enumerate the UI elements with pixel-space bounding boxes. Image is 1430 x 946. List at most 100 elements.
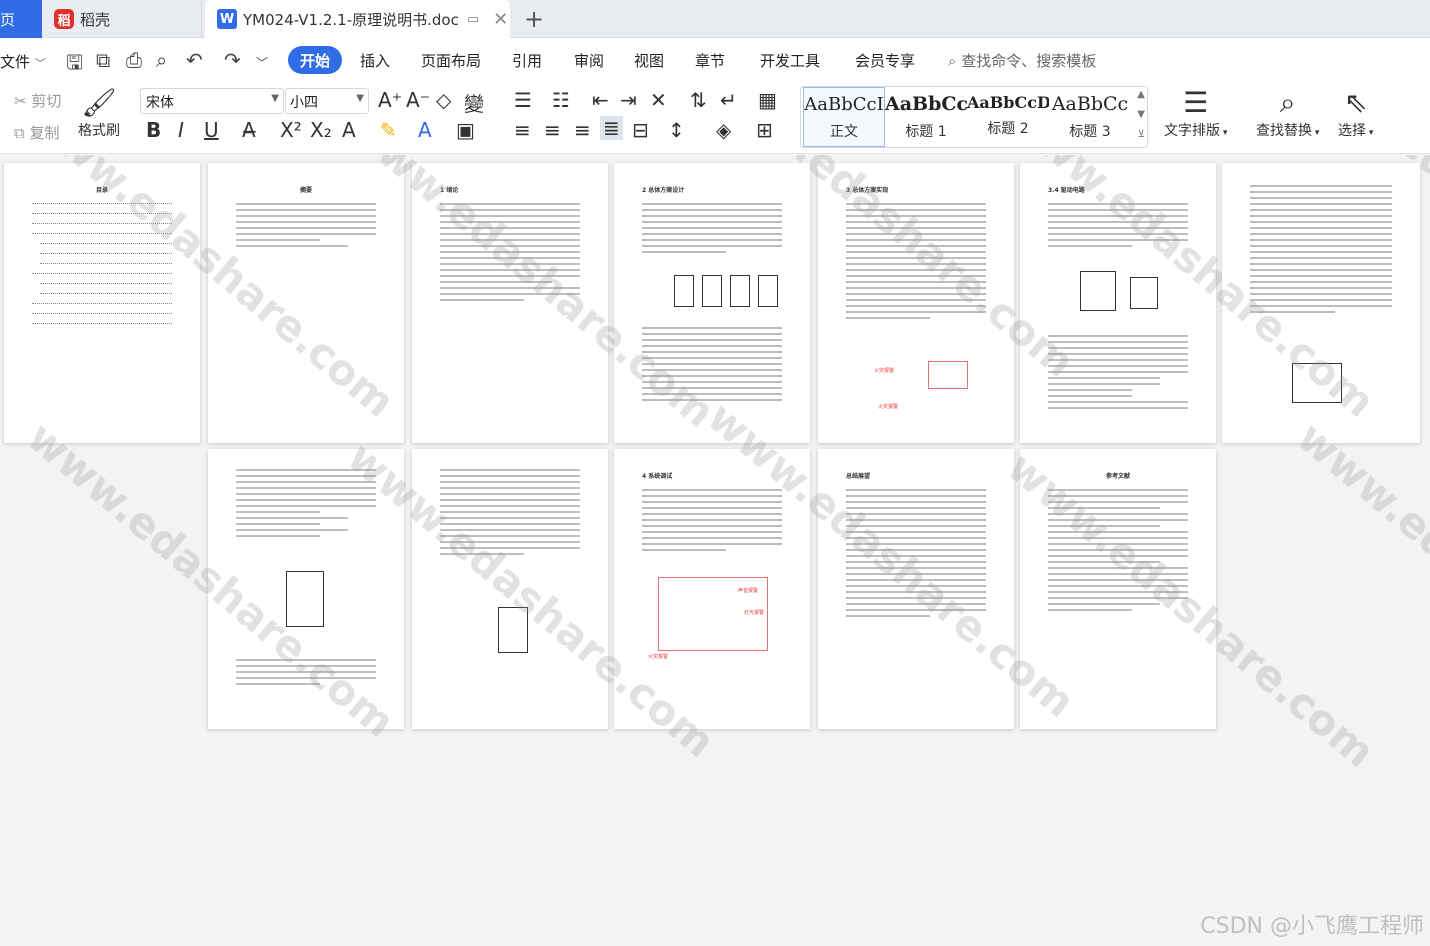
menu-review[interactable]: 审阅 [574, 50, 604, 71]
show-marks-icon[interactable]: ↵ [720, 88, 737, 112]
export-pdf-icon[interactable]: ⧉ [96, 48, 110, 72]
menu-view[interactable]: 视图 [634, 50, 664, 71]
numbered-list-icon[interactable]: ☷ [552, 88, 570, 112]
tab-daoke[interactable]: 稻 稻壳 [42, 0, 202, 38]
chevron-down-icon: ▼ [271, 93, 279, 104]
shading-icon[interactable]: ◈ [716, 118, 731, 142]
print-preview-icon[interactable]: ⌕ [156, 48, 167, 72]
menu-home[interactable]: 开始 [288, 46, 342, 74]
select-button[interactable]: ⇖ 选择 ▾ [1338, 86, 1373, 140]
copy-button[interactable]: ⧉ 复制 [14, 122, 60, 143]
highlight-icon[interactable]: ✎ [380, 118, 397, 142]
menu-page-layout[interactable]: 页面布局 [421, 50, 481, 71]
pinyin-icon[interactable]: 變 [464, 88, 484, 117]
daoke-logo-icon: 稻 [54, 9, 74, 29]
watermark: www.edashare.com [1288, 412, 1430, 747]
distribute-icon[interactable]: ⊟ [632, 118, 649, 142]
cut-button[interactable]: ✂ 剪切 [14, 90, 61, 111]
justify-icon[interactable]: ≣ [600, 116, 623, 140]
print-icon[interactable]: ⎙ [126, 48, 142, 72]
font-size-select[interactable]: 小四 ▼ [285, 88, 369, 114]
font-size-value: 小四 [290, 95, 318, 111]
menu-references[interactable]: 引用 [512, 50, 542, 71]
page-thumbnail[interactable] [412, 449, 608, 729]
menu-insert[interactable]: 插入 [360, 50, 390, 71]
text-lines [1048, 335, 1188, 413]
find-replace-button[interactable]: ⌕ 查找替换 ▾ [1256, 86, 1319, 140]
italic-icon[interactable]: I [178, 118, 184, 142]
style-heading-3[interactable]: AaBbCc 标题 3 [1049, 87, 1131, 147]
gallery-expand-icon[interactable]: ⊻ [1138, 129, 1145, 140]
command-search[interactable]: ⌕ 查找命令、搜索模板 [948, 50, 1096, 71]
style-sample: AaBbCcI [885, 93, 967, 115]
page-thumbnail[interactable]: 3 总体方案实现 火灾报警 火灾报警 [818, 163, 1014, 443]
redo-icon[interactable]: ↷ [224, 48, 241, 72]
subscript-icon[interactable]: X₂ [310, 118, 332, 142]
shrink-font-icon[interactable]: A⁻ [406, 88, 430, 112]
page-thumbnail[interactable]: 4 系统调试 声音报警 灯光报警 火灾报警 [614, 449, 810, 729]
align-left-icon[interactable]: ≡ [514, 118, 531, 142]
page-thumbnail[interactable]: 总结展望 [818, 449, 1014, 729]
decrease-indent-icon[interactable]: ⇤ [592, 88, 609, 112]
table-grid-icon[interactable]: ▦ [758, 88, 777, 112]
page-thumbnail[interactable]: 目录 [4, 163, 200, 443]
bold-icon[interactable]: B [146, 118, 161, 142]
font-name-select[interactable]: 宋体 ▼ [140, 88, 284, 114]
menu-chapter[interactable]: 章节 [695, 50, 725, 71]
page-thumbnail[interactable]: 3.4 驱动电路 [1020, 163, 1216, 443]
file-menu[interactable]: 文件 ﹀ [0, 51, 46, 72]
underline-icon[interactable]: U [204, 118, 219, 142]
circuit-label: 火灾报警 [878, 404, 899, 410]
align-right-icon[interactable]: ≡ [574, 118, 591, 142]
increase-indent-icon[interactable]: ⇥ [620, 88, 637, 112]
page-heading: 摘要 [299, 187, 312, 194]
menu-developer[interactable]: 开发工具 [760, 50, 820, 71]
gallery-scroll-up-icon[interactable]: ▲ [1137, 89, 1145, 100]
copy-label: 复制 [29, 124, 60, 142]
superscript-icon[interactable]: X² [280, 118, 302, 142]
tab-daoke-label: 稻壳 [80, 10, 111, 29]
text-layout-button[interactable]: ☰ 文字排版 ▾ [1164, 86, 1227, 140]
style-heading-2[interactable]: AaBbCcD 标题 2 [967, 87, 1049, 147]
circuit-diagram [286, 571, 324, 627]
copy-icon: ⧉ [14, 124, 25, 142]
page-thumbnail[interactable]: 参考文献 [1020, 449, 1216, 729]
line-spacing-icon[interactable]: ↕ [668, 118, 685, 142]
gallery-scroll-down-icon[interactable]: ▼ [1137, 109, 1145, 120]
page-thumbnail[interactable] [208, 449, 404, 729]
document-canvas[interactable]: 目录 摘要 1 绪论 2 总体方案设计 3 总体方案实现 火灾报警 火灾报警 3… [0, 155, 1430, 946]
page-thumbnail[interactable]: 2 总体方案设计 [614, 163, 810, 443]
format-painter-label: 格式刷 [78, 123, 120, 139]
char-border-icon[interactable]: ▣ [456, 118, 475, 142]
page-thumbnail[interactable] [1222, 163, 1420, 443]
screen-icon[interactable]: ▭ [467, 12, 479, 27]
quick-access-dropdown-icon[interactable]: ﹀ [256, 54, 268, 71]
strikethrough-icon[interactable]: A̶ [242, 118, 256, 142]
chinese-layout-icon[interactable]: ✕ [650, 88, 667, 112]
grow-font-icon[interactable]: A⁺ [378, 88, 402, 112]
page-thumbnail[interactable]: 摘要 [208, 163, 404, 443]
save-icon[interactable]: 🖫 [66, 48, 83, 82]
text-effect-icon[interactable]: A [342, 118, 356, 142]
tab-home[interactable]: 页 [0, 0, 42, 38]
text-lines [440, 203, 580, 305]
close-tab-icon[interactable]: ✕ [493, 9, 508, 30]
font-color-icon[interactable]: A [418, 118, 432, 142]
bullet-list-icon[interactable]: ☰ [514, 88, 532, 112]
menu-member[interactable]: 会员专享 [855, 50, 915, 71]
borders-icon[interactable]: ⊞ [756, 118, 773, 142]
new-tab-button[interactable]: + [524, 5, 544, 33]
page-thumbnail[interactable]: 1 绪论 [412, 163, 608, 443]
circuit-label: 声音报警 [738, 588, 759, 594]
sort-icon[interactable]: ⇅ [690, 88, 707, 112]
clear-format-icon[interactable]: ◇ [436, 88, 451, 112]
style-name: 标题 3 [1069, 124, 1111, 140]
tab-document-label: YM024-V1.2.1-原理说明书.doc [243, 10, 459, 29]
format-painter-button[interactable]: 🖌 格式刷 [78, 86, 120, 140]
style-heading-1[interactable]: AaBbCcI 标题 1 [885, 87, 967, 147]
align-center-icon[interactable]: ≡ [544, 118, 561, 142]
style-normal[interactable]: AaBbCcI 正文 [803, 87, 885, 147]
tab-document[interactable]: W YM024-V1.2.1-原理说明书.doc ▭ ✕ [205, 0, 510, 38]
tab-home-label: 页 [0, 10, 16, 29]
undo-icon[interactable]: ↶ [186, 48, 203, 72]
